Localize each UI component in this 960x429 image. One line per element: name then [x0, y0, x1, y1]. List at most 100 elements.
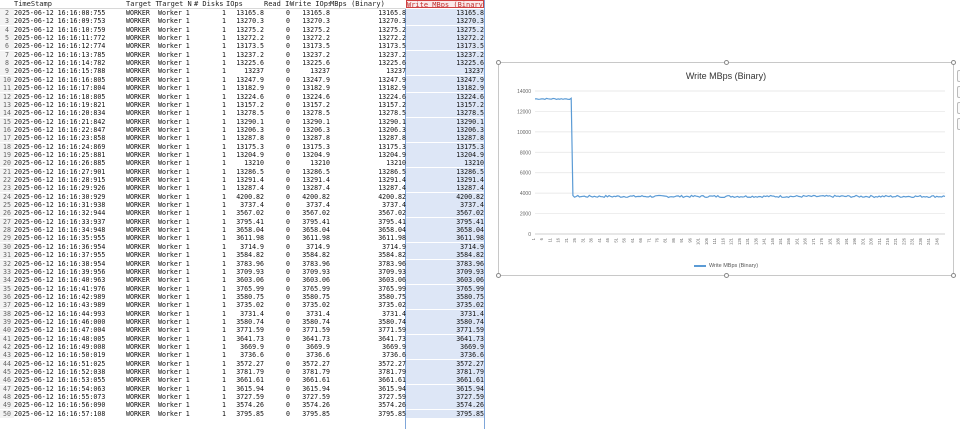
table-cell[interactable]: 2025-06-12 16:16:21:842 — [14, 118, 126, 126]
table-cell[interactable]: 0 — [264, 393, 290, 401]
table-cell[interactable]: 13175.3 — [406, 142, 484, 151]
table-cell[interactable]: WORKER — [126, 151, 158, 159]
table-cell[interactable]: 3771.59 — [406, 326, 484, 335]
table-cell[interactable]: 0 — [264, 59, 290, 67]
table-cell[interactable]: Worker 1 — [158, 51, 194, 59]
table-cell[interactable]: 13237.2 — [406, 50, 484, 59]
table-cell[interactable]: 2025-06-12 16:16:35:955 — [14, 234, 126, 242]
table-cell[interactable]: 13247.9 — [226, 76, 264, 84]
table-cell[interactable]: 3727.59 — [226, 393, 264, 401]
table-cell[interactable]: Worker 1 — [158, 17, 194, 25]
table-cell[interactable]: 1 — [194, 276, 226, 284]
table-cell[interactable]: 2025-06-12 16:16:17:804 — [14, 84, 126, 92]
table-cell[interactable]: 3714.9 — [226, 243, 264, 251]
table-cell[interactable]: 0 — [264, 260, 290, 268]
table-cell[interactable]: 0 — [264, 201, 290, 209]
table-cell[interactable]: 3584.82 — [330, 251, 406, 259]
table-cell[interactable]: 1 — [194, 285, 226, 293]
table-cell[interactable]: WORKER — [126, 243, 158, 251]
table-cell[interactable]: 2025-06-12 16:16:41:976 — [14, 285, 126, 293]
table-cell[interactable]: 3611.98 — [290, 234, 330, 242]
table-cell[interactable]: Worker 1 — [158, 276, 194, 284]
row-number[interactable]: 11 — [0, 84, 14, 93]
row-number[interactable]: 34 — [0, 276, 14, 285]
table-cell[interactable]: Worker 1 — [158, 301, 194, 309]
table-cell[interactable]: 13225.6 — [226, 59, 264, 67]
series-line[interactable] — [534, 97, 946, 199]
table-cell[interactable]: Worker 1 — [158, 360, 194, 368]
table-cell[interactable]: 3580.74 — [406, 317, 484, 326]
table-cell[interactable]: 4200.82 — [290, 193, 330, 201]
table-cell[interactable]: 3783.96 — [226, 260, 264, 268]
table-cell[interactable]: WORKER — [126, 201, 158, 209]
table-cell[interactable]: 2025-06-12 16:16:51:025 — [14, 360, 126, 368]
table-cell[interactable]: WORKER — [126, 143, 158, 151]
table-cell[interactable]: Worker 1 — [158, 134, 194, 142]
table-cell[interactable]: 1 — [194, 9, 226, 17]
table-cell[interactable]: 0 — [264, 285, 290, 293]
table-cell[interactable]: 1 — [194, 301, 226, 309]
column-header[interactable]: IOps — [226, 0, 264, 9]
table-cell[interactable]: 3669.9 — [226, 343, 264, 351]
table-cell[interactable]: 13237 — [226, 67, 264, 75]
table-cell[interactable]: 2025-06-12 16:16:23:858 — [14, 134, 126, 142]
table-cell[interactable]: 0 — [264, 101, 290, 109]
table-cell[interactable]: 13157.2 — [290, 101, 330, 109]
table-cell[interactable]: 1 — [194, 168, 226, 176]
table-cell[interactable]: 13278.5 — [406, 109, 484, 118]
column-header[interactable]: TimeStamp — [14, 0, 126, 9]
table-cell[interactable]: 3781.79 — [290, 368, 330, 376]
table-cell[interactable]: 13237.2 — [226, 51, 264, 59]
table-cell[interactable]: 1 — [194, 385, 226, 393]
table-cell[interactable]: WORKER — [126, 385, 158, 393]
row-number[interactable]: 37 — [0, 301, 14, 310]
table-cell[interactable]: 2025-06-12 16:16:56:090 — [14, 401, 126, 409]
row-number[interactable]: 38 — [0, 309, 14, 318]
table-cell[interactable]: WORKER — [126, 318, 158, 326]
table-cell[interactable]: 13206.3 — [330, 126, 406, 134]
column-header[interactable]: # Disks — [194, 0, 226, 9]
row-number[interactable]: 15 — [0, 117, 14, 126]
table-cell[interactable]: Worker 1 — [158, 101, 194, 109]
table-cell[interactable]: WORKER — [126, 285, 158, 293]
table-cell[interactable]: 3714.9 — [330, 243, 406, 251]
table-cell[interactable]: 13287.4 — [226, 184, 264, 192]
table-cell[interactable]: 3658.04 — [406, 226, 484, 235]
table-cell[interactable]: 3731.4 — [290, 310, 330, 318]
table-cell[interactable]: 0 — [264, 118, 290, 126]
table-cell[interactable]: 3709.93 — [226, 268, 264, 276]
table-cell[interactable]: 2025-06-12 16:16:47:004 — [14, 326, 126, 334]
row-number[interactable]: 39 — [0, 317, 14, 326]
table-cell[interactable]: 2025-06-12 16:16:49:008 — [14, 343, 126, 351]
table-cell[interactable]: 0 — [264, 243, 290, 251]
table-cell[interactable]: 0 — [264, 109, 290, 117]
table-cell[interactable]: 13247.9 — [290, 76, 330, 84]
table-cell[interactable]: 0 — [264, 151, 290, 159]
table-cell[interactable]: 2025-06-12 16:16:12:774 — [14, 42, 126, 50]
table-cell[interactable]: 3735.02 — [406, 301, 484, 310]
table-cell[interactable]: Worker 1 — [158, 260, 194, 268]
column-header[interactable]: Target N — [158, 0, 194, 9]
row-number[interactable]: 5 — [0, 34, 14, 43]
row-number[interactable]: 32 — [0, 259, 14, 268]
table-cell[interactable]: 13275.2 — [406, 25, 484, 34]
table-cell[interactable]: Worker 1 — [158, 410, 194, 418]
table-cell[interactable]: WORKER — [126, 159, 158, 167]
table-cell[interactable]: 3795.85 — [406, 409, 484, 418]
table-cell[interactable]: 13157.2 — [330, 101, 406, 109]
table-cell[interactable]: 13182.9 — [406, 84, 484, 93]
table-cell[interactable]: 0 — [264, 351, 290, 359]
table-cell[interactable]: 2025-06-12 16:16:22:847 — [14, 126, 126, 134]
table-cell[interactable]: 2025-06-12 16:16:16:805 — [14, 76, 126, 84]
table-cell[interactable]: 0 — [264, 134, 290, 142]
row-number[interactable]: 24 — [0, 192, 14, 201]
table-cell[interactable]: 2025-06-12 16:16:18:805 — [14, 93, 126, 101]
table-cell[interactable]: 13272.2 — [226, 34, 264, 42]
table-cell[interactable]: 1 — [194, 410, 226, 418]
row-number[interactable]: 19 — [0, 150, 14, 159]
table-cell[interactable]: 13272.2 — [290, 34, 330, 42]
table-cell[interactable]: 3611.98 — [330, 234, 406, 242]
table-cell[interactable]: 1 — [194, 243, 226, 251]
row-header-corner[interactable] — [0, 0, 14, 9]
table-cell[interactable]: 1 — [194, 59, 226, 67]
